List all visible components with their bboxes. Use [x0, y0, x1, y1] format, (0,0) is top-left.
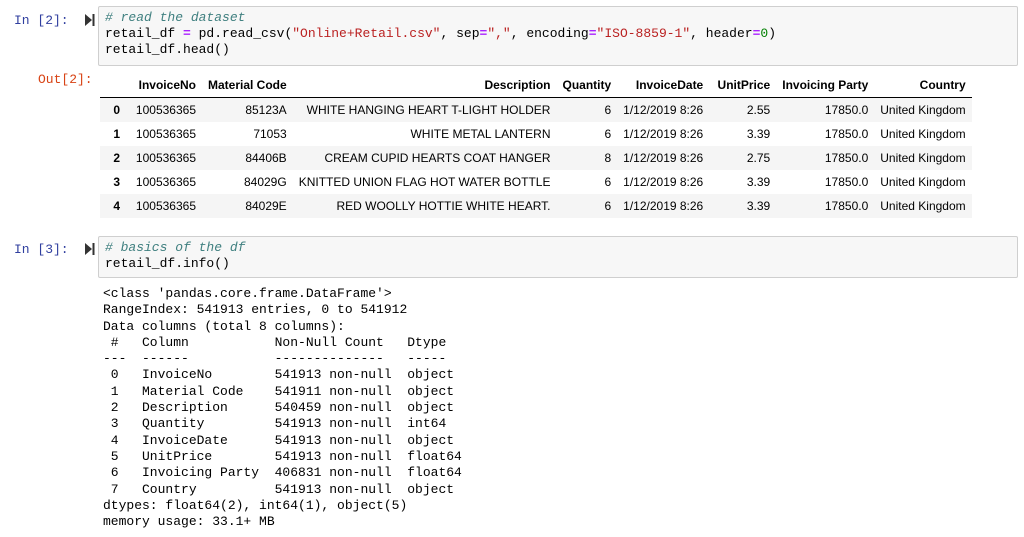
- cell1-out-prompt: Out[2]:: [38, 72, 93, 87]
- col-header-unitprice: UnitPrice: [709, 73, 777, 98]
- cell-description: CREAM CUPID HEARTS COAT HANGER: [324, 151, 551, 165]
- cell-quantity: 6: [604, 127, 612, 141]
- cell-invoicedate: 1/12/2019 8:26: [623, 175, 704, 189]
- info-line: memory usage: 33.1+ MB: [103, 514, 275, 530]
- cell-unitprice: 2.75: [746, 151, 771, 165]
- cell-invoicing-party: 17850.0: [824, 127, 869, 141]
- table-row: 4 100536365 84029E RED WOOLLY HOTTIE WHI…: [100, 194, 972, 218]
- cell-invoicedate: 1/12/2019 8:26: [623, 127, 704, 141]
- info-line: 1 Material Code 541911 non-null object: [103, 383, 462, 399]
- cell-quantity: 8: [604, 151, 612, 165]
- col-header-quantity: Quantity: [556, 73, 618, 98]
- cell-material-code: 71053: [253, 127, 287, 141]
- col-header-description: Description: [292, 73, 557, 98]
- cell-quantity: 6: [604, 199, 612, 213]
- col-header-index: [100, 73, 126, 98]
- row-index: 1: [113, 127, 120, 141]
- code-comment: # basics of the df: [105, 240, 246, 255]
- cell-description: WHITE METAL LANTERN: [410, 127, 551, 141]
- cell-country: United Kingdom: [880, 151, 966, 165]
- row-index: 3: [113, 175, 120, 189]
- col-header-invoicing-party: Invoicing Party: [776, 73, 875, 98]
- row-index: 4: [113, 199, 120, 213]
- table-header-row: InvoiceNo Material Code Description Quan…: [100, 73, 972, 98]
- cell-invoicing-party: 17850.0: [824, 103, 869, 117]
- cell-invoicedate: 1/12/2019 8:26: [623, 151, 704, 165]
- info-line: 0 InvoiceNo 541913 non-null object: [103, 367, 462, 383]
- cell-invoiceno: 100536365: [135, 175, 196, 189]
- cell-invoiceno: 100536365: [135, 127, 196, 141]
- run-cell-icon[interactable]: [85, 14, 95, 26]
- cell-unitprice: 3.39: [746, 127, 771, 141]
- cell-invoiceno: 100536365: [135, 151, 196, 165]
- cell-quantity: 6: [604, 175, 612, 189]
- table-row: 3 100536365 84029G KNITTED UNION FLAG HO…: [100, 170, 972, 194]
- cell-description: WHITE HANGING HEART T-LIGHT HOLDER: [306, 103, 551, 117]
- info-line: 6 Invoicing Party 406831 non-null float6…: [103, 465, 462, 481]
- info-output: <class 'pandas.core.frame.DataFrame'> Ran…: [103, 286, 462, 530]
- code-line-head: retail_df.head(): [105, 42, 230, 57]
- info-line: <class 'pandas.core.frame.DataFrame'>: [103, 286, 392, 301]
- cell-country: United Kingdom: [880, 103, 966, 117]
- run-cell-icon[interactable]: [85, 243, 95, 255]
- col-header-material-code: Material Code: [202, 73, 293, 98]
- cell-description: KNITTED UNION FLAG HOT WATER BOTTLE: [298, 175, 551, 189]
- info-line: RangeIndex: 541913 entries, 0 to 541912: [103, 302, 408, 318]
- table-row: 1 100536365 71053 WHITE METAL LANTERN 6 …: [100, 122, 972, 146]
- table-row: 0 100536365 85123A WHITE HANGING HEART T…: [100, 97, 972, 122]
- cell-country: United Kingdom: [880, 127, 966, 141]
- info-line: dtypes: float64(2), int64(1), object(5): [103, 497, 408, 513]
- cell-unitprice: 2.55: [746, 103, 771, 117]
- cell-country: United Kingdom: [880, 175, 966, 189]
- info-line: 5 UnitPrice 541913 non-null float64: [103, 448, 462, 464]
- cell-country: United Kingdom: [880, 199, 966, 213]
- cell-invoicedate: 1/12/2019 8:26: [623, 103, 704, 117]
- cell-material-code: 84406B: [245, 151, 287, 165]
- col-header-invoiceno: InvoiceNo: [126, 73, 202, 98]
- cell-unitprice: 3.39: [746, 199, 771, 213]
- cell-invoiceno: 100536365: [135, 199, 196, 213]
- row-index: 2: [113, 151, 120, 165]
- cell-invoicing-party: 17850.0: [824, 175, 869, 189]
- cell-unitprice: 3.39: [746, 175, 771, 189]
- dataframe-table: InvoiceNo Material Code Description Quan…: [100, 73, 972, 218]
- cell-material-code: 85123A: [245, 103, 287, 117]
- cell-description: RED WOOLLY HOTTIE WHITE HEART.: [336, 199, 551, 213]
- row-index: 0: [113, 103, 120, 117]
- col-header-invoicedate: InvoiceDate: [617, 73, 710, 98]
- col-header-country: Country: [874, 73, 972, 98]
- cell-material-code: 84029G: [243, 175, 287, 189]
- table-row: 2 100536365 84406B CREAM CUPID HEARTS CO…: [100, 146, 972, 170]
- code-line-info: retail_df.info(): [105, 256, 230, 271]
- code-line-read-csv: retail_df = pd.read_csv("Online+Retail.c…: [105, 26, 777, 41]
- cell-invoicedate: 1/12/2019 8:26: [623, 199, 704, 213]
- info-line: 2 Description 540459 non-null object: [103, 400, 462, 416]
- cell2-in-prompt: In [3]:: [14, 242, 69, 257]
- cell-invoicing-party: 17850.0: [824, 199, 869, 213]
- cell-invoicing-party: 17850.0: [824, 151, 869, 165]
- info-line: --- ------ -------------- -----: [103, 351, 462, 367]
- code-comment: # read the dataset: [105, 10, 246, 25]
- info-line: # Column Non-Null Count Dtype: [103, 334, 462, 350]
- info-line: 7 Country 541913 non-null object: [103, 481, 462, 497]
- cell1-in-prompt: In [2]:: [14, 13, 69, 28]
- cell2-input[interactable]: # basics of the df retail_df.info(): [98, 236, 1018, 278]
- info-line: 3 Quantity 541913 non-null int64: [103, 416, 462, 432]
- cell1-input[interactable]: # read the dataset retail_df = pd.read_c…: [98, 6, 1018, 66]
- cell-quantity: 6: [604, 103, 612, 117]
- cell-invoiceno: 100536365: [135, 103, 196, 117]
- info-line: 4 InvoiceDate 541913 non-null object: [103, 432, 462, 448]
- cell-material-code: 84029E: [245, 199, 287, 213]
- info-line: Data columns (total 8 columns):: [103, 318, 345, 334]
